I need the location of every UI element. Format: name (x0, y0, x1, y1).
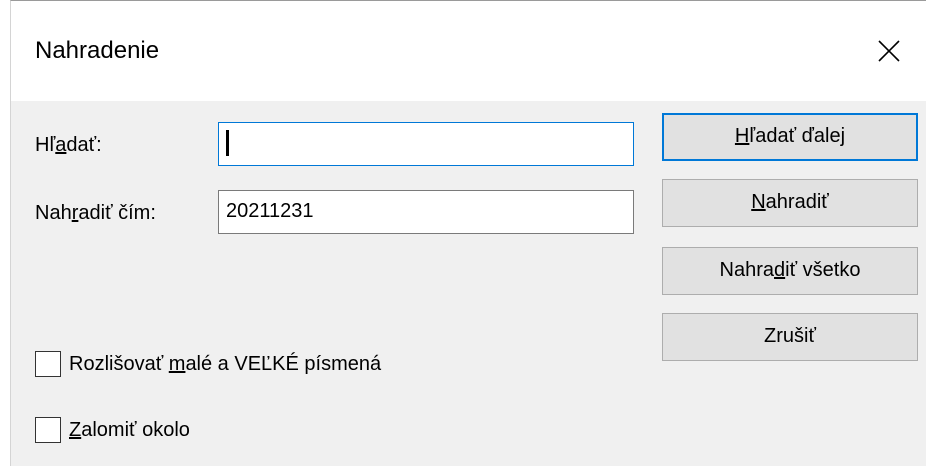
find-label: Hľadať: (35, 134, 102, 156)
replace-button[interactable]: Nahradiť (662, 179, 918, 227)
title-bar[interactable]: Nahradenie (11, 1, 926, 101)
replace-all-button[interactable]: Nahradiť všetko (662, 247, 918, 295)
match-case-checkbox[interactable] (35, 351, 61, 377)
close-button[interactable] (869, 31, 909, 71)
text-caret (226, 130, 229, 156)
replace-input[interactable]: 20211231 (218, 190, 634, 234)
cancel-button[interactable]: Zrušiť (662, 313, 918, 361)
find-input[interactable] (218, 122, 634, 166)
wrap-around-label[interactable]: Zalomiť okolo (69, 419, 190, 442)
match-case-label[interactable]: Rozlišovať malé a VEĽKÉ písmená (69, 353, 381, 376)
wrap-around-checkbox[interactable] (35, 417, 61, 443)
find-next-button[interactable]: Hľadať ďalej (662, 113, 918, 161)
dialog-title: Nahradenie (35, 37, 160, 64)
replace-label: Nahradiť čím: (35, 202, 156, 224)
close-icon (878, 40, 900, 62)
replace-dialog: Nahradenie Hľadať: Nahradiť čím: 2021123… (10, 0, 926, 466)
